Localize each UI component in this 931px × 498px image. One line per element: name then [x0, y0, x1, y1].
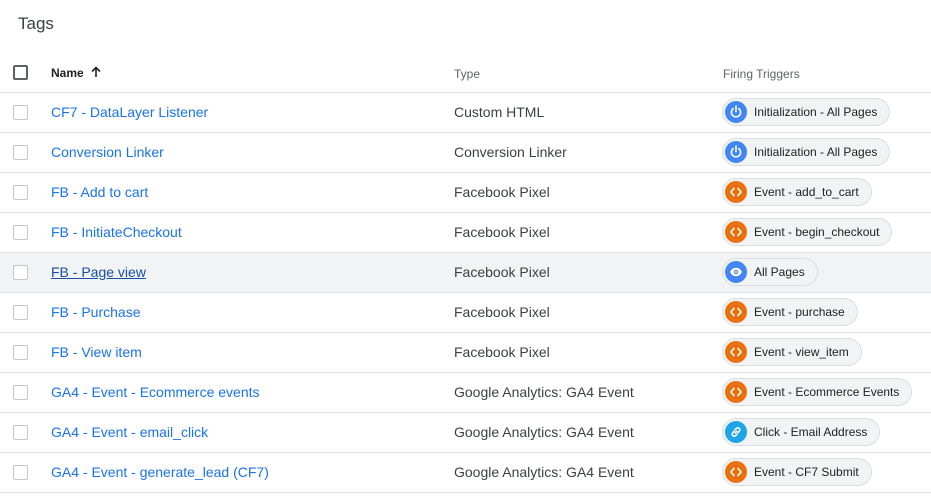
trigger-label: Initialization - All Pages	[754, 145, 878, 159]
column-header-firing-triggers: Firing Triggers	[723, 67, 800, 81]
row-checkbox[interactable]	[13, 465, 28, 480]
tag-name-link[interactable]: FB - Page view	[51, 264, 146, 280]
tag-name-link[interactable]: CF7 - DataLayer Listener	[51, 104, 208, 120]
tag-type: Conversion Linker	[454, 144, 567, 160]
column-header-type: Type	[454, 67, 481, 81]
tag-type: Facebook Pixel	[454, 264, 550, 280]
table-row[interactable]: CF7 - DataLayer Listener Custom HTML Initi…	[0, 93, 931, 133]
trigger-label: Click - Email Address	[754, 425, 868, 439]
row-checkbox[interactable]	[13, 145, 28, 160]
tag-type: Facebook Pixel	[454, 224, 550, 240]
trigger-label: Event - purchase	[754, 305, 845, 319]
code-brackets-icon	[725, 221, 747, 243]
tag-type: Custom HTML	[454, 104, 545, 120]
column-header-name[interactable]: Name	[51, 66, 84, 80]
select-all-checkbox[interactable]	[13, 65, 28, 80]
trigger-chip[interactable]: Event - purchase	[722, 298, 858, 326]
tag-type: Facebook Pixel	[454, 184, 550, 200]
trigger-label: Event - view_item	[754, 345, 849, 359]
tag-type: Facebook Pixel	[454, 304, 550, 320]
trigger-chip[interactable]: Event - add_to_cart	[722, 178, 872, 206]
tag-name-link[interactable]: FB - Purchase	[51, 304, 140, 320]
power-icon	[725, 141, 747, 163]
tag-name-link[interactable]: GA4 - Event - Ecommerce events	[51, 384, 260, 400]
tag-type: Facebook Pixel	[454, 344, 550, 360]
trigger-chip[interactable]: Event - begin_checkout	[722, 218, 893, 246]
trigger-chip[interactable]: All Pages	[722, 258, 818, 286]
row-checkbox[interactable]	[13, 225, 28, 240]
table-row[interactable]: GA4 - Event - Ecommerce events Google Ana…	[0, 373, 931, 413]
table-row[interactable]: FB - InitiateCheckout Facebook Pixel Event…	[0, 213, 931, 253]
row-checkbox[interactable]	[13, 305, 28, 320]
tag-name-link[interactable]: FB - Add to cart	[51, 184, 148, 200]
tag-name-link[interactable]: FB - View item	[51, 344, 142, 360]
eye-icon	[725, 261, 747, 283]
code-brackets-icon	[725, 461, 747, 483]
code-brackets-icon	[725, 181, 747, 203]
sort-ascending-icon[interactable]	[89, 65, 103, 79]
trigger-label: Event - begin_checkout	[754, 225, 880, 239]
tag-name-link[interactable]: GA4 - Event - email_click	[51, 424, 208, 440]
link-icon	[725, 421, 747, 443]
table-row[interactable]: FB - Add to cart Facebook Pixel Event - ad…	[0, 173, 931, 213]
trigger-label: All Pages	[754, 265, 805, 279]
tag-type: Google Analytics: GA4 Event	[454, 384, 634, 400]
trigger-label: Initialization - All Pages	[754, 105, 878, 119]
code-brackets-icon	[725, 341, 747, 363]
table-row[interactable]: GA4 - Event - email_click Google Analytic…	[0, 413, 931, 453]
trigger-chip[interactable]: Click - Email Address	[722, 418, 881, 446]
code-brackets-icon	[725, 301, 747, 323]
row-checkbox[interactable]	[13, 345, 28, 360]
tag-type: Google Analytics: GA4 Event	[454, 424, 634, 440]
trigger-chip[interactable]: Event - CF7 Submit	[722, 458, 872, 486]
table-header: Name Type Firing Triggers	[0, 54, 931, 93]
tag-type: Google Analytics: GA4 Event	[454, 464, 634, 480]
row-checkbox[interactable]	[13, 265, 28, 280]
row-checkbox[interactable]	[13, 185, 28, 200]
table-row[interactable]: FB - Page view Facebook Pixel All Pages	[0, 253, 931, 293]
trigger-chip[interactable]: Event - Ecommerce Events	[722, 378, 913, 406]
trigger-label: Event - CF7 Submit	[754, 465, 859, 479]
trigger-chip[interactable]: Initialization - All Pages	[722, 98, 891, 126]
trigger-label: Event - add_to_cart	[754, 185, 859, 199]
power-icon	[725, 101, 747, 123]
tags-table-body: CF7 - DataLayer Listener Custom HTML Initi…	[0, 93, 931, 493]
row-checkbox[interactable]	[13, 105, 28, 120]
tag-name-link[interactable]: FB - InitiateCheckout	[51, 224, 182, 240]
tag-name-link[interactable]: GA4 - Event - generate_lead (CF7)	[51, 464, 269, 480]
table-row[interactable]: Conversion Linker Conversion Linker Initia…	[0, 133, 931, 173]
page-title: Tags	[18, 14, 54, 33]
table-row[interactable]: FB - Purchase Facebook Pixel Event - purch…	[0, 293, 931, 333]
row-checkbox[interactable]	[13, 425, 28, 440]
row-checkbox[interactable]	[13, 385, 28, 400]
tag-name-link[interactable]: Conversion Linker	[51, 144, 164, 160]
trigger-label: Event - Ecommerce Events	[754, 385, 900, 399]
trigger-chip[interactable]: Event - view_item	[722, 338, 862, 366]
code-brackets-icon	[725, 381, 747, 403]
trigger-chip[interactable]: Initialization - All Pages	[722, 138, 891, 166]
table-row[interactable]: GA4 - Event - generate_lead (CF7) Google …	[0, 453, 931, 493]
table-row[interactable]: FB - View item Facebook Pixel Event - view…	[0, 333, 931, 373]
